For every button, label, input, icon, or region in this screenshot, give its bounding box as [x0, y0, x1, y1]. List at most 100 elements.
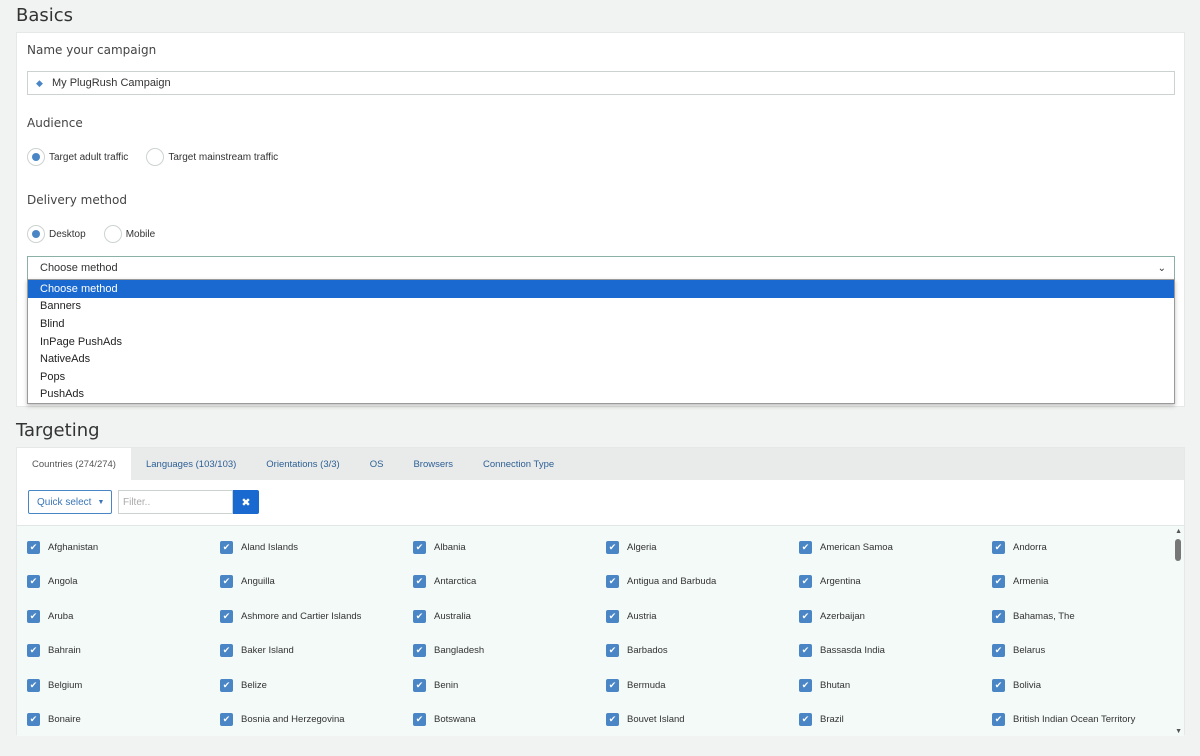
country-item[interactable]: ✔ Bosnia and Herzegovina: [220, 712, 413, 736]
filter-input[interactable]: Filter..: [118, 490, 233, 514]
tab-languages[interactable]: Languages (103/103): [131, 448, 251, 480]
checkbox-checked-icon[interactable]: ✔: [413, 644, 426, 658]
method-option[interactable]: NativeAds: [28, 350, 1174, 368]
delivery-option-mobile[interactable]: Mobile: [103, 225, 155, 243]
tab-orientations[interactable]: Orientations (3/3): [251, 448, 354, 480]
method-option[interactable]: InPage PushAds: [28, 333, 1174, 351]
country-item[interactable]: ✔ Antigua and Barbuda: [606, 575, 799, 609]
checkbox-checked-icon[interactable]: ✔: [799, 575, 812, 589]
checkbox-checked-icon[interactable]: ✔: [413, 712, 426, 726]
method-select[interactable]: Choose method ⌄: [27, 256, 1175, 280]
checkbox-checked-icon[interactable]: ✔: [799, 644, 812, 658]
country-item[interactable]: ✔ Aruba: [27, 609, 220, 644]
country-item[interactable]: ✔ Bermuda: [606, 678, 799, 713]
checkbox-checked-icon[interactable]: ✔: [27, 541, 40, 554]
checkbox-checked-icon[interactable]: ✔: [413, 541, 426, 554]
country-item[interactable]: ✔ Andorra: [992, 541, 1184, 575]
country-item[interactable]: ✔ American Samoa: [799, 541, 992, 575]
checkbox-checked-icon[interactable]: ✔: [992, 712, 1005, 726]
method-option[interactable]: Pops: [28, 368, 1174, 386]
tab-browsers[interactable]: Browsers: [398, 448, 468, 480]
audience-option-mainstream[interactable]: Target mainstream traffic: [146, 148, 278, 166]
method-option[interactable]: PushAds: [28, 386, 1174, 404]
country-item[interactable]: ✔ Aland Islands: [220, 541, 413, 575]
checkbox-checked-icon[interactable]: ✔: [799, 609, 812, 623]
radio-selected[interactable]: [27, 148, 45, 166]
method-option[interactable]: Choose method: [28, 280, 1174, 298]
country-item[interactable]: ✔ Bonaire: [27, 712, 220, 736]
checkbox-checked-icon[interactable]: ✔: [606, 644, 619, 658]
country-item[interactable]: ✔ Bolivia: [992, 678, 1184, 713]
audience-option-adult[interactable]: Target adult traffic: [27, 148, 128, 166]
radio-unselected[interactable]: [103, 225, 122, 243]
checkbox-checked-icon[interactable]: ✔: [413, 609, 426, 623]
campaign-name-input[interactable]: ◆ My PlugRush Campaign: [27, 71, 1175, 95]
country-item[interactable]: ✔ Afghanistan: [27, 541, 220, 575]
checkbox-checked-icon[interactable]: ✔: [220, 609, 233, 623]
checkbox-checked-icon[interactable]: ✔: [27, 609, 40, 623]
checkbox-checked-icon[interactable]: ✔: [27, 575, 40, 589]
checkbox-checked-icon[interactable]: ✔: [992, 644, 1005, 658]
radio-unselected[interactable]: [146, 148, 165, 166]
checkbox-checked-icon[interactable]: ✔: [606, 541, 619, 554]
country-item[interactable]: ✔ Algeria: [606, 541, 799, 575]
quick-select-button[interactable]: Quick select ▼: [28, 490, 112, 514]
checkbox-checked-icon[interactable]: ✔: [606, 712, 619, 726]
country-item[interactable]: ✔ Australia: [413, 609, 606, 644]
scrollbar-thumb[interactable]: [1175, 539, 1181, 561]
delivery-option-desktop[interactable]: Desktop: [27, 225, 86, 243]
tab-connection-type[interactable]: Connection Type: [468, 448, 569, 480]
checkbox-checked-icon[interactable]: ✔: [992, 575, 1005, 589]
country-item[interactable]: ✔ Bhutan: [799, 678, 992, 713]
checkbox-checked-icon[interactable]: ✔: [799, 678, 812, 692]
country-item[interactable]: ✔ Barbados: [606, 644, 799, 678]
country-item[interactable]: ✔ Bahamas, The: [992, 609, 1184, 644]
scroll-up-icon[interactable]: ▲: [1175, 528, 1182, 535]
country-item[interactable]: ✔ Brazil: [799, 712, 992, 736]
country-item[interactable]: ✔ Angola: [27, 575, 220, 609]
tab-os[interactable]: OS: [355, 448, 399, 480]
checkbox-checked-icon[interactable]: ✔: [413, 575, 426, 589]
checkbox-checked-icon[interactable]: ✔: [992, 541, 1005, 554]
scroll-down-icon[interactable]: ▼: [1175, 728, 1182, 735]
checkbox-checked-icon[interactable]: ✔: [220, 644, 233, 658]
radio-selected[interactable]: [27, 225, 45, 243]
checkbox-checked-icon[interactable]: ✔: [606, 678, 619, 692]
checkbox-checked-icon[interactable]: ✔: [606, 609, 619, 623]
country-item[interactable]: ✔ Belgium: [27, 678, 220, 713]
country-item[interactable]: ✔ Albania: [413, 541, 606, 575]
checkbox-checked-icon[interactable]: ✔: [220, 678, 233, 692]
country-item[interactable]: ✔ Anguilla: [220, 575, 413, 609]
country-item[interactable]: ✔ Argentina: [799, 575, 992, 609]
country-item[interactable]: ✔ Bouvet Island: [606, 712, 799, 736]
checkbox-checked-icon[interactable]: ✔: [413, 678, 426, 692]
country-item[interactable]: ✔ Botswana: [413, 712, 606, 736]
country-item[interactable]: ✔ Ashmore and Cartier Islands: [220, 609, 413, 644]
checkbox-checked-icon[interactable]: ✔: [27, 644, 40, 658]
checkbox-checked-icon[interactable]: ✔: [27, 678, 40, 692]
checkbox-checked-icon[interactable]: ✔: [220, 712, 233, 726]
country-item[interactable]: ✔ Armenia: [992, 575, 1184, 609]
tab-countries[interactable]: Countries (274/274): [17, 448, 131, 480]
checkbox-checked-icon[interactable]: ✔: [606, 575, 619, 589]
checkbox-checked-icon[interactable]: ✔: [220, 575, 233, 589]
checkbox-checked-icon[interactable]: ✔: [799, 712, 812, 726]
country-item[interactable]: ✔ Azerbaijan: [799, 609, 992, 644]
checkbox-checked-icon[interactable]: ✔: [992, 678, 1005, 692]
country-item[interactable]: ✔ Baker Island: [220, 644, 413, 678]
country-item[interactable]: ✔ Benin: [413, 678, 606, 713]
method-option[interactable]: Blind: [28, 315, 1174, 333]
country-item[interactable]: ✔ Bangladesh: [413, 644, 606, 678]
method-option[interactable]: Banners: [28, 298, 1174, 316]
country-item[interactable]: ✔ Bassasda India: [799, 644, 992, 678]
clear-filter-button[interactable]: ✖: [233, 490, 259, 514]
country-item[interactable]: ✔ Bahrain: [27, 644, 220, 678]
country-item[interactable]: ✔ British Indian Ocean Territory: [992, 712, 1184, 736]
checkbox-checked-icon[interactable]: ✔: [799, 541, 812, 554]
checkbox-checked-icon[interactable]: ✔: [992, 609, 1005, 623]
checkbox-checked-icon[interactable]: ✔: [27, 712, 40, 726]
country-item[interactable]: ✔ Austria: [606, 609, 799, 644]
scrollbar[interactable]: ▲ ▼: [1172, 526, 1184, 736]
checkbox-checked-icon[interactable]: ✔: [220, 541, 233, 554]
country-item[interactable]: ✔ Belize: [220, 678, 413, 713]
